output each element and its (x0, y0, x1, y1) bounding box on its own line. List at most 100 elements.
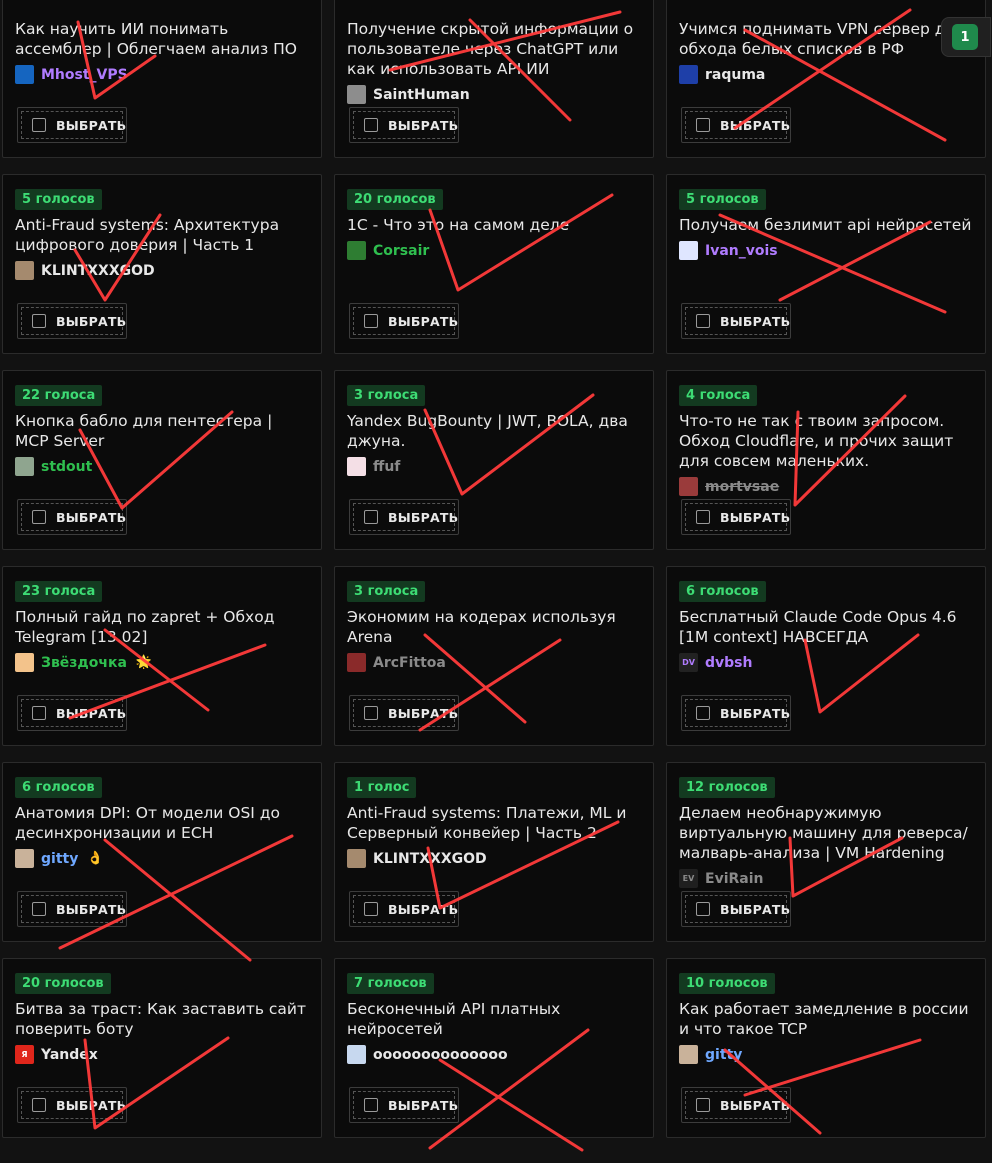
topic-title[interactable]: Yandex BugBounty | JWT, BOLA, два джуна. (347, 411, 641, 451)
topic-title[interactable]: Получение скрытой информации о пользоват… (347, 19, 641, 79)
avatar (15, 65, 34, 84)
topic-author[interactable]: SaintHuman (347, 85, 470, 104)
topic-author[interactable]: Mhost_VPS (15, 65, 128, 84)
topic-title[interactable]: Бесконечный API платных нейросетей (347, 999, 641, 1039)
avatar (347, 849, 366, 868)
author-emoji-icon: 👌 (87, 851, 104, 866)
topic-author[interactable]: Звёздочка 🌟 (15, 653, 152, 672)
topic-title[interactable]: Битва за траст: Как заставить сайт повер… (15, 999, 309, 1039)
topic-author[interactable]: ffuf (347, 457, 400, 476)
topic-title[interactable]: Как работает замедление в россии и что т… (679, 999, 973, 1039)
select-button[interactable]: ВЫБРАТЬ (681, 303, 791, 339)
topic-author[interactable]: mortvsae (679, 477, 779, 496)
avatar: DV (679, 653, 698, 672)
select-button[interactable]: ВЫБРАТЬ (17, 1087, 127, 1123)
select-button[interactable]: ВЫБРАТЬ (681, 107, 791, 143)
author-name: SaintHuman (373, 86, 470, 103)
author-name: gitty (705, 1046, 743, 1063)
select-button[interactable]: ВЫБРАТЬ (349, 303, 459, 339)
author-name: Yandex (41, 1046, 98, 1063)
topic-author[interactable]: gitty 👌 (15, 849, 104, 868)
author-name: gitty (41, 850, 79, 867)
select-button[interactable]: ВЫБРАТЬ (17, 303, 127, 339)
topic-author[interactable]: KLINTXXXGOD (15, 261, 155, 280)
select-checkbox[interactable] (32, 902, 46, 916)
topic-title[interactable]: Anti-Fraud systems: Платежи, ML и Сервер… (347, 803, 641, 843)
select-button[interactable]: ВЫБРАТЬ (349, 499, 459, 535)
author-name: KLINTXXXGOD (373, 850, 487, 867)
votes-badge: 6 голосов (679, 581, 766, 602)
select-checkbox[interactable] (696, 118, 710, 132)
select-checkbox[interactable] (364, 314, 378, 328)
select-button[interactable]: ВЫБРАТЬ (681, 1087, 791, 1123)
topic-author[interactable]: raquma (679, 65, 765, 84)
topic-author[interactable]: DV dvbsh (679, 653, 752, 672)
select-button-label: ВЫБРАТЬ (56, 1097, 127, 1113)
topic-card: 12 голосов Делаем необнаружимую виртуальн… (666, 762, 986, 942)
topic-author[interactable]: KLINTXXXGOD (347, 849, 487, 868)
select-button[interactable]: ВЫБРАТЬ (17, 891, 127, 927)
topic-author[interactable]: EV EviRain (679, 869, 763, 888)
select-checkbox[interactable] (32, 706, 46, 720)
votes-badge: 4 голоса (679, 385, 758, 406)
topic-author[interactable]: ArcFittoa (347, 653, 446, 672)
author-name: ArcFittoa (373, 654, 446, 671)
topic-title[interactable]: Экономим на кодерах используя Arena (347, 607, 641, 647)
select-checkbox[interactable] (696, 706, 710, 720)
topic-author[interactable]: Corsair (347, 241, 429, 260)
select-checkbox[interactable] (696, 1098, 710, 1112)
select-button[interactable]: ВЫБРАТЬ (349, 695, 459, 731)
select-checkbox[interactable] (364, 706, 378, 720)
topic-card: 20 голосов 1С - Что это на самом деле Cors… (334, 174, 654, 354)
topic-card: Учимся поднимать VPN сервер для обхода б… (666, 0, 986, 158)
select-button[interactable]: ВЫБРАТЬ (17, 695, 127, 731)
select-checkbox[interactable] (32, 118, 46, 132)
topic-title[interactable]: Что-то не так с твоим запросом. Обход Cl… (679, 411, 973, 471)
select-checkbox[interactable] (364, 118, 378, 132)
topic-title[interactable]: Как научить ИИ понимать ассемблер | Обле… (15, 19, 309, 59)
topic-author[interactable]: Я Yandex (15, 1045, 98, 1064)
topic-title[interactable]: Получаем безлимит api нейросетей (679, 215, 973, 235)
select-checkbox[interactable] (364, 1098, 378, 1112)
select-button[interactable]: ВЫБРАТЬ (17, 499, 127, 535)
selected-count-badge: 1 (952, 24, 978, 50)
select-checkbox[interactable] (696, 314, 710, 328)
topic-title[interactable]: Anti-Fraud systems: Архитектура цифровог… (15, 215, 309, 255)
topic-title[interactable]: Полный гайд по zapret + Обход Telegram [… (15, 607, 309, 647)
select-checkbox[interactable] (696, 902, 710, 916)
votes-badge: 12 голосов (679, 777, 775, 798)
topic-card: Получение скрытой информации о пользоват… (334, 0, 654, 158)
select-button[interactable]: ВЫБРАТЬ (681, 891, 791, 927)
select-button[interactable]: ВЫБРАТЬ (349, 891, 459, 927)
topic-title[interactable]: 1С - Что это на самом деле (347, 215, 641, 235)
select-checkbox[interactable] (696, 510, 710, 524)
avatar: EV (679, 869, 698, 888)
select-button-label: ВЫБРАТЬ (720, 901, 791, 917)
select-checkbox[interactable] (32, 1098, 46, 1112)
selected-count-panel[interactable]: 1 (941, 17, 991, 57)
select-button[interactable]: ВЫБРАТЬ (349, 1087, 459, 1123)
topic-author[interactable]: oooooooooooooo (347, 1045, 508, 1064)
topic-title[interactable]: Делаем необнаружимую виртуальную машину … (679, 803, 973, 863)
topic-author[interactable]: gitty (679, 1045, 742, 1064)
select-checkbox[interactable] (32, 510, 46, 524)
select-button[interactable]: ВЫБРАТЬ (681, 499, 791, 535)
topic-card: 5 голосов Anti-Fraud systems: Архитектура… (2, 174, 322, 354)
topic-title[interactable]: Кнопка бабло для пентестера | MCP Server (15, 411, 309, 451)
select-button-label: ВЫБРАТЬ (56, 313, 127, 329)
votes-badge: 20 голосов (347, 189, 443, 210)
select-button[interactable]: ВЫБРАТЬ (17, 107, 127, 143)
select-checkbox[interactable] (364, 902, 378, 916)
topic-title[interactable]: Бесплатный Claude Code Opus 4.6 [1M cont… (679, 607, 973, 647)
select-button-label: ВЫБРАТЬ (388, 313, 459, 329)
topic-author[interactable]: stdout (15, 457, 92, 476)
topic-author[interactable]: Ivan_vois (679, 241, 778, 260)
select-checkbox[interactable] (364, 510, 378, 524)
topic-title[interactable]: Учимся поднимать VPN сервер для обхода б… (679, 19, 973, 59)
select-button[interactable]: ВЫБРАТЬ (349, 107, 459, 143)
votes-badge: 20 голосов (15, 973, 111, 994)
select-checkbox[interactable] (32, 314, 46, 328)
topic-card: 10 голосов Как работает замедление в росс… (666, 958, 986, 1138)
select-button[interactable]: ВЫБРАТЬ (681, 695, 791, 731)
topic-title[interactable]: Анатомия DPI: От модели OSI до десинхрон… (15, 803, 309, 843)
